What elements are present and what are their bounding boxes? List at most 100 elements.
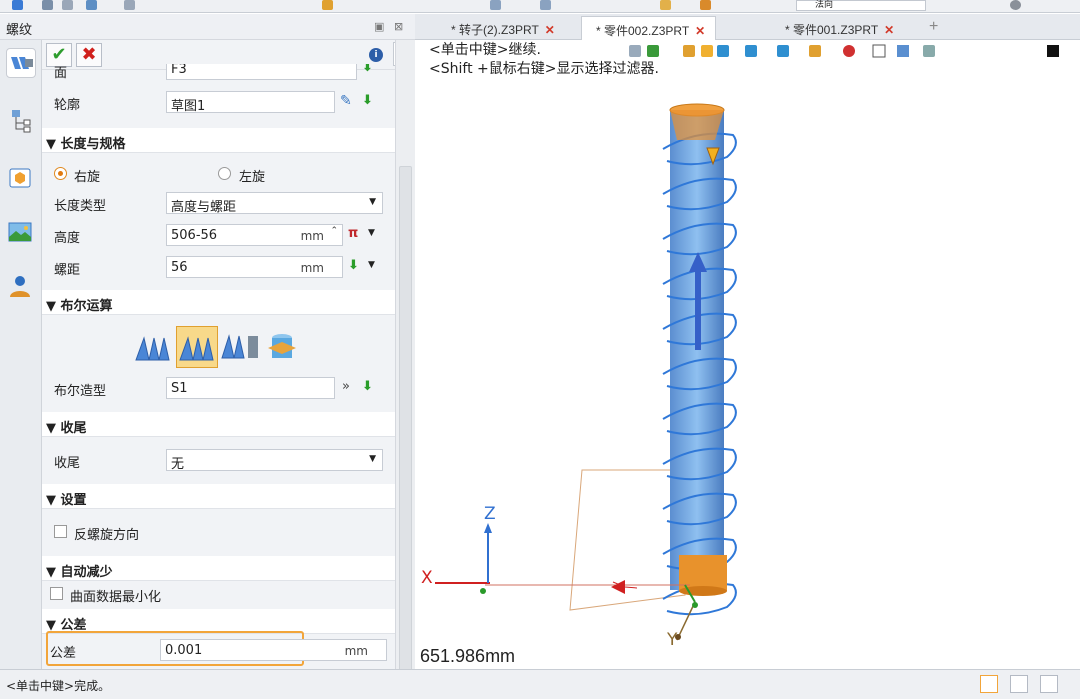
tool-icon[interactable] [700, 0, 711, 10]
runout-select[interactable]: 无 ▼ [166, 449, 383, 472]
panel-header: 螺纹 ▣ ⊠ [0, 14, 415, 40]
tolerance-value: 0.001 [165, 643, 203, 658]
length-type-row: 长度类型 高度与螺距 ▼ [42, 187, 395, 219]
status-text: <单击中键>完成。 [6, 679, 111, 693]
close-icon[interactable]: ✕ [884, 23, 894, 37]
thread-form: ✔ ✖ i 面 F3 ⬇ 轮廓 草图1 ✎ ⬇ ▼ 长度与规格 右旋 左旋 长度… [42, 40, 395, 669]
profile-label: 轮廓 [54, 98, 81, 113]
pitch-value: 56 [171, 260, 188, 275]
boolean-base-button[interactable] [134, 328, 174, 366]
left-hand-radio[interactable] [218, 167, 231, 180]
filter-select[interactable]: 法向 [796, 0, 926, 11]
height-label: 高度 [54, 231, 81, 246]
close-icon[interactable]: ✕ [695, 24, 705, 38]
pick-icon[interactable]: ⬇ [362, 379, 373, 394]
runout-row: 收尾 无 ▼ [42, 444, 395, 476]
status-bar: <单击中键>完成。 [0, 669, 1080, 699]
section-boolean[interactable]: ▼ 布尔运算 [42, 290, 395, 315]
select-icon[interactable] [12, 0, 23, 10]
expand-icon[interactable]: » [342, 379, 350, 394]
chevron-down-icon[interactable]: ▼ [368, 228, 375, 238]
length-type-select[interactable]: 高度与螺距 ▼ [166, 192, 383, 215]
reverse-checkbox[interactable] [54, 525, 67, 538]
boolean-shape-row: 布尔造型 S1 » ⬇ [42, 372, 395, 404]
tab-part001[interactable]: * 零件001.Z3PRT ✕ [771, 16, 904, 40]
cube-icon[interactable] [6, 164, 36, 194]
right-hand-label: 右旋 [74, 170, 101, 185]
section-auto-reduce[interactable]: ▼ 自动减少 [42, 556, 395, 581]
pitch-row: 螺距 56 mm ⬇ ▼ [42, 251, 395, 283]
helix-model [435, 103, 737, 641]
boolean-shape-field[interactable]: S1 [166, 377, 335, 399]
tab-label: * 零件002.Z3PRT [596, 24, 690, 38]
sketch-edit-icon[interactable]: ✎ [340, 93, 352, 109]
pick-icon[interactable]: ⬇ [362, 64, 373, 75]
image-icon[interactable] [6, 218, 36, 248]
tab-label: * 零件001.Z3PRT [785, 23, 879, 37]
side-toolbar [0, 40, 42, 669]
minimize-checkbox[interactable] [50, 587, 63, 600]
boolean-intersect-button[interactable] [262, 328, 302, 366]
right-hand-radio[interactable] [54, 167, 67, 180]
left-hand-label: 左旋 [239, 170, 266, 185]
height-value: 506-56 [171, 228, 218, 243]
info-icon[interactable]: i [369, 48, 383, 62]
view-icon[interactable] [540, 0, 551, 10]
chevron-down-icon[interactable]: ▼ [368, 260, 375, 270]
tool-icon[interactable] [660, 0, 671, 10]
tree-icon[interactable] [6, 106, 36, 136]
length-type-value: 高度与螺距 [171, 200, 237, 215]
display-icon[interactable] [1010, 675, 1028, 693]
height-unit: mm [300, 229, 324, 243]
pick-icon[interactable]: ⬇ [348, 258, 359, 273]
pitch-field[interactable]: 56 mm [166, 256, 343, 278]
tab-label: * 转子(2).Z3PRT [451, 23, 539, 37]
pitch-label: 螺距 [54, 263, 81, 278]
user-icon[interactable] [6, 272, 36, 302]
panel-scrollbar[interactable] [395, 40, 415, 686]
face-label: 面 [54, 66, 68, 81]
3d-viewport[interactable]: <单击中键>继续. <Shift +鼠标右键>显示选择过滤器. Z X Y 65… [415, 40, 1080, 669]
hand-row: 右旋 左旋 [42, 158, 395, 190]
document-tabs: * 转子(2).Z3PRT ✕ * 零件002.Z3PRT ✕ * 零件001.Z3… [415, 14, 1080, 40]
section-length-spec[interactable]: ▼ 长度与规格 [42, 128, 395, 153]
scrollbar-thumb[interactable] [399, 166, 412, 686]
panel-icon[interactable] [1040, 675, 1058, 693]
add-icon[interactable] [42, 0, 53, 10]
close-icon[interactable]: ✕ [545, 23, 555, 37]
tab-rotor[interactable]: * 转子(2).Z3PRT ✕ [437, 16, 565, 40]
shape-icon[interactable] [124, 0, 135, 10]
chevron-down-icon: ▼ [369, 454, 376, 464]
spinner-icon[interactable]: ⌃ [330, 226, 338, 236]
pin-icon[interactable]: ▣ [374, 20, 384, 33]
axis-z-label: Z [484, 504, 496, 524]
pick-icon[interactable]: ⬇ [362, 93, 373, 108]
view-icon[interactable] [490, 0, 501, 10]
height-field[interactable]: 506-56 mm ⌃ [166, 224, 343, 246]
layout-icon[interactable] [980, 675, 998, 693]
section-settings[interactable]: ▼ 设置 [42, 484, 395, 509]
boolean-remove-button[interactable] [220, 328, 260, 366]
pi-icon[interactable]: π [348, 226, 358, 241]
new-tab-button[interactable]: + [915, 16, 948, 40]
boolean-add-button[interactable] [176, 326, 218, 368]
face-field[interactable]: F3 [166, 64, 357, 80]
runout-label: 收尾 [54, 456, 81, 471]
profile-field[interactable]: 草图1 [166, 91, 335, 114]
close-icon[interactable]: ⊠ [394, 20, 403, 33]
reverse-label: 反螺旋方向 [74, 528, 140, 543]
tolerance-field[interactable]: 0.001 mm [160, 639, 387, 661]
boolean-buttons [134, 326, 304, 370]
section-runout[interactable]: ▼ 收尾 [42, 412, 395, 437]
part-icon[interactable] [322, 0, 333, 10]
grid-icon[interactable] [86, 0, 97, 10]
tab-part002[interactable]: * 零件002.Z3PRT ✕ [581, 16, 717, 40]
panel-title: 螺纹 [6, 23, 33, 38]
tolerance-row: 公差 0.001 mm [42, 634, 395, 666]
minimize-label: 曲面数据最小化 [70, 590, 162, 605]
length-type-label: 长度类型 [54, 199, 107, 214]
minus-icon[interactable] [62, 0, 73, 10]
play-icon[interactable] [1010, 0, 1021, 10]
profile-row: 轮廓 草图1 ✎ ⬇ [42, 86, 395, 118]
thread-icon[interactable] [6, 48, 36, 78]
